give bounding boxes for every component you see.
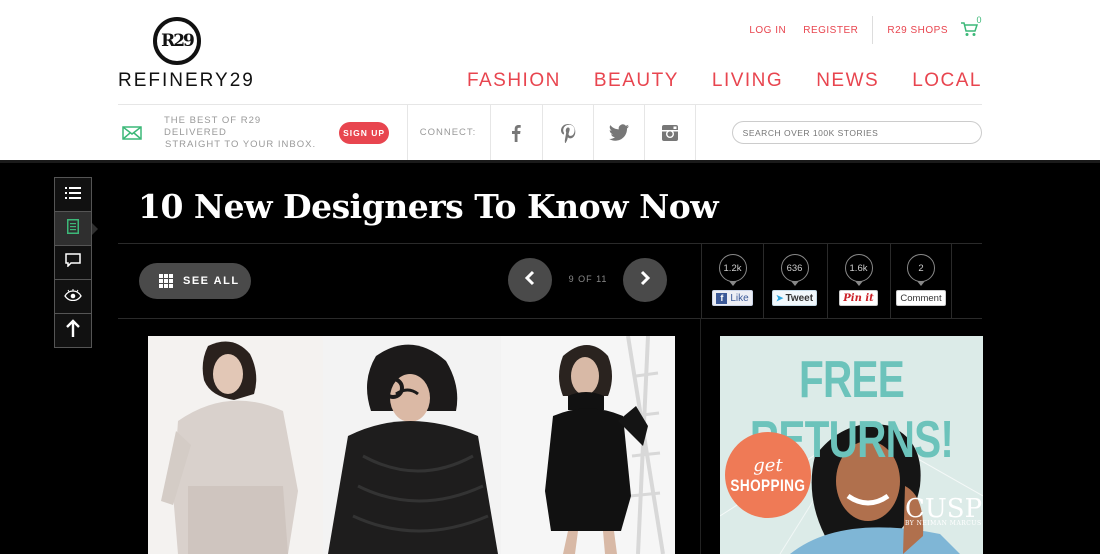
sub-bar: THE BEST OF R29 DELIVERED STRAIGHT TO YO… (118, 105, 983, 160)
like-count: 1.2k (718, 254, 747, 286)
arrow-up-icon (66, 319, 80, 342)
nav-news[interactable]: NEWS (816, 70, 879, 92)
r29-logo-mark[interactable]: R29 (153, 17, 201, 65)
cart-count: 0 (976, 15, 982, 25)
eye-icon (64, 288, 82, 306)
divider (872, 16, 874, 44)
newsletter-text: THE BEST OF R29 DELIVERED STRAIGHT TO YO… (164, 115, 319, 151)
see-all-label: SEE ALL (183, 275, 240, 287)
tweet-button[interactable]: ➤ Tweet (771, 290, 818, 306)
next-slide-button[interactable] (623, 258, 667, 302)
tweet-label: Tweet (785, 292, 814, 304)
signup-button[interactable]: SIGN UP (339, 121, 389, 144)
main-nav: FASHION BEAUTY LIVING NEWS LOCAL (434, 70, 982, 92)
facebook-icon[interactable] (490, 105, 541, 160)
facebook-share: 1.2k f Like (701, 244, 763, 318)
divider (406, 105, 408, 160)
pin-count: 1.6k (844, 254, 873, 286)
ad-circle-top: get (753, 454, 783, 476)
divider (0, 160, 1100, 163)
get-shopping-badge[interactable]: get SHOPPING (725, 432, 811, 518)
divider (118, 318, 982, 319)
register-link[interactable]: REGISTER (803, 25, 858, 36)
list-icon (65, 186, 81, 204)
back-to-top-button[interactable] (54, 313, 92, 348)
wordmark[interactable]: REFINERY29 (118, 70, 255, 92)
see-all-button[interactable]: SEE ALL (139, 263, 251, 299)
nav-living[interactable]: LIVING (712, 70, 783, 92)
slideshow-image[interactable] (148, 336, 675, 554)
comment-icon (65, 253, 81, 272)
cart-icon[interactable]: 0 (960, 15, 982, 39)
list-button[interactable] (54, 177, 92, 212)
instagram-icon[interactable] (644, 105, 696, 160)
chevron-right-icon (639, 270, 651, 291)
advertisement[interactable]: FREE RETURNS! get SHOPPING CUSP BY NEIMA… (720, 336, 983, 554)
pin-it-button[interactable]: Pin it (839, 290, 878, 306)
article-icon (67, 218, 79, 239)
mail-icon (122, 125, 142, 140)
comments-button[interactable] (54, 245, 92, 280)
nav-fashion[interactable]: FASHION (467, 70, 561, 92)
facebook-like-button[interactable]: f Like (712, 290, 753, 306)
ad-brand-logo: CUSP BY NEIMAN MARCUS (905, 494, 982, 527)
article-title: 10 New Designers To Know Now (138, 187, 719, 226)
tweet-count: 636 (780, 254, 809, 286)
logo-mark-text: R29 (161, 31, 195, 51)
nav-beauty[interactable]: BEAUTY (594, 70, 679, 92)
facebook-icon: f (716, 292, 728, 304)
twitter-icon[interactable] (592, 105, 644, 160)
newsletter-line-2: STRAIGHT TO YOUR INBOX. (165, 138, 317, 150)
article-button[interactable] (54, 211, 98, 246)
twitter-icon: ➤ (775, 292, 784, 303)
article-tool-rail (54, 177, 98, 348)
connect-label: CONNECT: (419, 127, 477, 138)
login-link[interactable]: LOG IN (749, 25, 786, 36)
divider (700, 318, 701, 554)
pinterest-icon[interactable] (541, 105, 593, 160)
grid-icon (159, 274, 173, 288)
prev-slide-button[interactable] (508, 258, 552, 302)
ad-circle-bottom: SHOPPING (730, 475, 806, 495)
newsletter-line-1: THE BEST OF R29 DELIVERED (164, 114, 262, 138)
slide-counter: 9 OF 11 (568, 274, 608, 284)
r29-shops-link[interactable]: R29 SHOPS (887, 25, 948, 36)
site-header: R29 REFINERY29 LOG IN REGISTER R29 SHOPS… (0, 0, 1100, 160)
twitter-share: 636 ➤ Tweet (763, 244, 825, 318)
top-links: LOG IN REGISTER R29 SHOPS 0 (749, 15, 982, 44)
comment-share: 2 Comment (890, 244, 952, 318)
comment-button[interactable]: Comment (896, 290, 946, 306)
chevron-left-icon (524, 270, 536, 291)
pinterest-share: 1.6k Pin it (827, 244, 889, 318)
search-input[interactable] (731, 121, 983, 144)
views-button[interactable] (54, 279, 92, 314)
like-label: Like (730, 292, 749, 304)
nav-local[interactable]: LOCAL (912, 70, 982, 92)
comment-count: 2 (907, 254, 935, 286)
ad-brand-sub: BY NEIMAN MARCUS (905, 520, 982, 527)
